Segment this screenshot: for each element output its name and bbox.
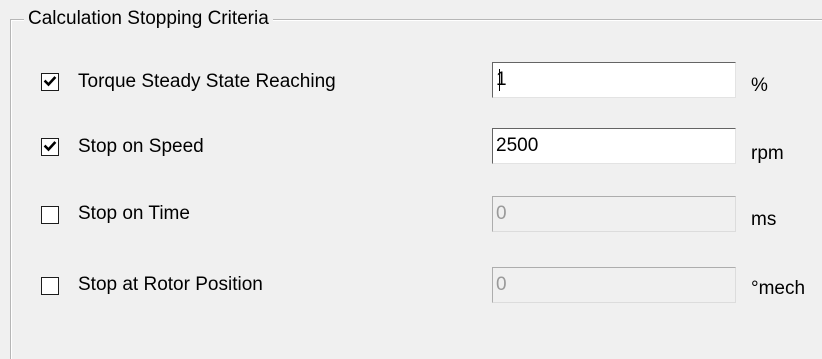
torque-steady-state-label[interactable]: Torque Steady State Reaching [78, 70, 336, 94]
torque-steady-state-unit: % [751, 75, 768, 96]
stop-on-time-input[interactable] [492, 196, 736, 232]
stop-on-time-unit: ms [751, 209, 777, 230]
stop-on-time-label[interactable]: Stop on Time [78, 202, 190, 226]
stop-on-time-checkbox[interactable] [41, 206, 59, 224]
stop-at-rotor-position-unit: °mech [751, 278, 806, 299]
stop-on-speed-label[interactable]: Stop on Speed [78, 135, 204, 159]
criterion-row-stop-on-time: Stop on Time ms [0, 196, 822, 232]
groupbox-title: Calculation Stopping Criteria [24, 6, 273, 32]
stop-at-rotor-position-label[interactable]: Stop at Rotor Position [78, 273, 263, 297]
text-caret [499, 69, 500, 91]
criterion-row-stop-at-rotor-position: Stop at Rotor Position °mech [0, 267, 822, 303]
torque-steady-state-input[interactable] [492, 62, 736, 98]
stop-on-speed-checkbox[interactable] [41, 138, 59, 156]
criterion-row-torque-steady-state: Torque Steady State Reaching % [0, 62, 822, 98]
torque-steady-state-checkbox[interactable] [41, 73, 59, 91]
stop-at-rotor-position-checkbox[interactable] [41, 277, 59, 295]
checkmark-icon [43, 141, 57, 152]
stop-at-rotor-position-input[interactable] [492, 267, 736, 303]
checkmark-icon [43, 76, 57, 87]
stop-on-speed-input[interactable] [492, 128, 736, 164]
criterion-row-stop-on-speed: Stop on Speed rpm [0, 128, 822, 164]
stop-on-speed-unit: rpm [751, 143, 784, 164]
